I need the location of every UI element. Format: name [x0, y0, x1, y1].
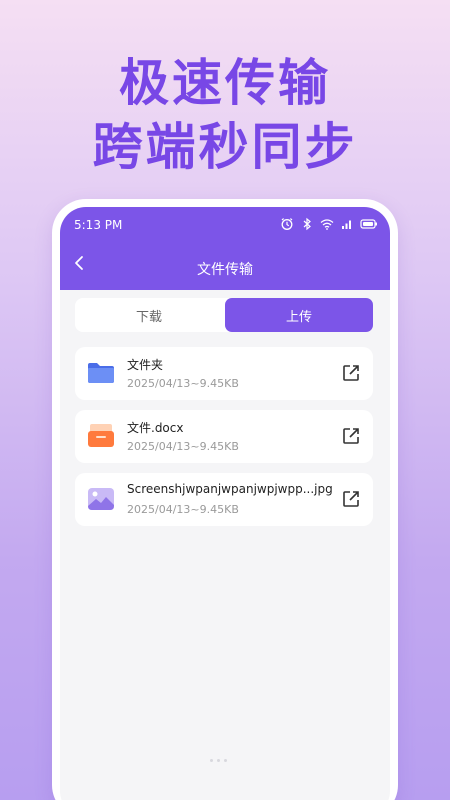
file-meta: 2025/04/13~9.45KB	[127, 377, 239, 390]
page-title: 文件传输	[197, 262, 253, 278]
bluetooth-icon	[300, 216, 314, 231]
status-icons	[280, 216, 378, 231]
phone-frame: 5:13 PM 文件传输 下载 上传 文件夹 2025/04/13~9.45KB…	[52, 199, 398, 800]
file-list-item[interactable]: 文件.docx 2025/04/13~9.45KB	[75, 410, 373, 463]
file-meta: 2025/04/13~9.45KB	[127, 440, 239, 453]
app-header: 5:13 PM 文件传输	[60, 207, 390, 290]
document-icon	[87, 423, 115, 449]
promo-headline-line2: 跨端秒同步	[92, 118, 358, 176]
file-meta: 2025/04/13~9.45KB	[127, 503, 239, 516]
signal-icon	[340, 216, 354, 230]
wifi-icon	[320, 216, 334, 230]
loading-dots	[210, 759, 227, 762]
battery-icon	[360, 216, 378, 230]
external-link-icon[interactable]	[341, 489, 361, 509]
alarm-icon	[280, 216, 294, 230]
image-icon	[87, 486, 115, 512]
transfer-tabs: 下载 上传	[75, 298, 373, 332]
file-list-item[interactable]: Screenshjwpanjwpanjwpjwpp...jpg 2025/04/…	[75, 473, 373, 526]
promo-headline-line1: 极速传输	[119, 54, 331, 112]
external-link-icon[interactable]	[341, 363, 361, 383]
file-name: 文件夹	[127, 358, 164, 372]
folder-icon	[87, 360, 115, 386]
tab-upload[interactable]: 上传	[225, 298, 373, 332]
tab-download[interactable]: 下载	[75, 298, 223, 332]
file-list-item[interactable]: 文件夹 2025/04/13~9.45KB	[75, 347, 373, 400]
phone-screen: 5:13 PM 文件传输 下载 上传 文件夹 2025/04/13~9.45KB…	[60, 207, 390, 800]
external-link-icon[interactable]	[341, 426, 361, 446]
status-time: 5:13 PM	[74, 218, 123, 232]
file-name: 文件.docx	[127, 421, 184, 435]
file-name: Screenshjwpanjwpanjwpjwpp...jpg	[127, 482, 333, 496]
